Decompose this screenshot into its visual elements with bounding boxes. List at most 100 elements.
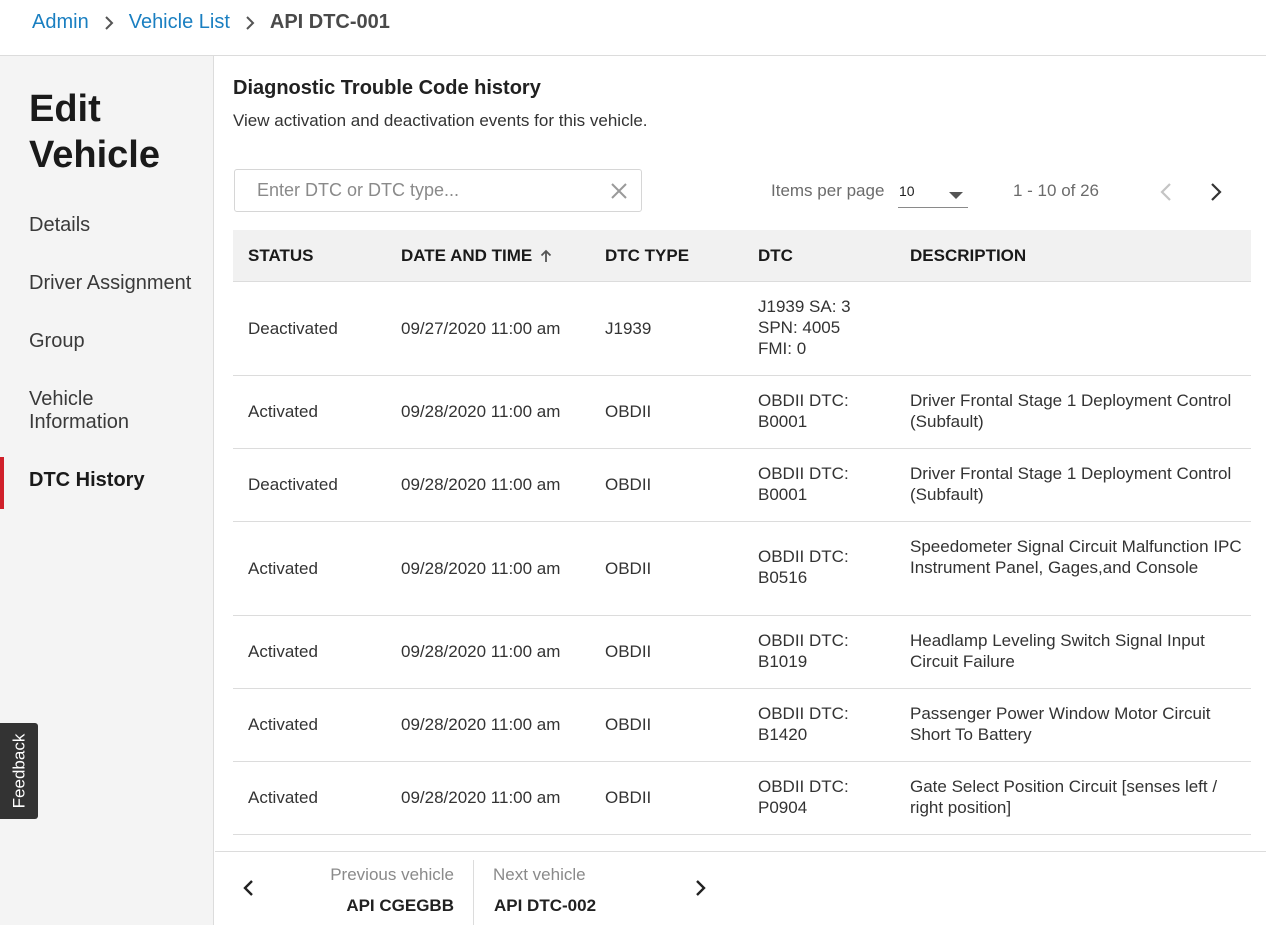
previous-vehicle-link[interactable]: API CGEGBB [346, 896, 454, 916]
next-vehicle-link[interactable]: API DTC-002 [494, 896, 596, 916]
cell-description: Speedometer Signal Circuit Malfunction I… [910, 537, 1242, 577]
cell-dtc-line: B1019 [758, 652, 808, 671]
cell-dtc-type: OBDII [605, 715, 652, 734]
cell-dtc-line: SPN: 4005 [758, 318, 841, 337]
items-per-page-label: Items per page [771, 181, 885, 200]
clear-icon[interactable] [609, 181, 629, 201]
chevron-right-icon [89, 15, 129, 31]
cell-dtc-type: OBDII [605, 475, 652, 494]
items-per-page-select[interactable]: 10 [898, 176, 968, 208]
divider [473, 860, 474, 925]
items-per-page-value: 10 [899, 183, 915, 199]
cell-dtc: OBDII DTC: B1019 [758, 630, 898, 672]
vehicle-navigator: Previous vehicle API CGEGBB Next vehicle… [215, 851, 1266, 925]
cell-dtc: OBDII DTC: B0001 [758, 390, 898, 432]
sidebar-item-dtc-history[interactable]: DTC History [0, 457, 214, 509]
sidebar-item-driver-assignment[interactable]: Driver Assignment [0, 272, 214, 295]
cell-dtc-line: FMI: 0 [758, 339, 807, 358]
cell-dtc-type: OBDII [605, 788, 652, 807]
cell-dtc-line: OBDII DTC: [758, 391, 849, 410]
cell-dtc: OBDII DTC: B1420 [758, 703, 898, 745]
column-header-date-and-time[interactable]: DATE AND TIME [401, 246, 552, 266]
section-subtitle: View activation and deactivation events … [233, 111, 648, 130]
table-row[interactable]: Activated 09/28/2020 11:00 am OBDII OBDI… [233, 522, 1251, 616]
column-header-dtc-type[interactable]: DTC TYPE [605, 246, 689, 266]
cell-description: Passenger Power Window Motor Circuit Sho… [910, 704, 1211, 744]
previous-page-button[interactable] [1155, 180, 1177, 204]
cell-date: 09/28/2020 11:00 am [401, 788, 561, 807]
cell-dtc-line: OBDII DTC: [758, 777, 849, 796]
cell-dtc-line: J1939 SA: 3 [758, 297, 851, 316]
cell-dtc-type: OBDII [605, 402, 652, 421]
cell-status: Activated [248, 642, 318, 661]
pagination-range: 1 - 10 of 26 [1013, 181, 1100, 200]
cell-status: Activated [248, 788, 318, 807]
cell-dtc: J1939 SA: 3 SPN: 4005 FMI: 0 [758, 296, 898, 359]
search-box [234, 169, 642, 212]
cell-dtc-line: B0516 [758, 568, 808, 587]
breadcrumb: Admin Vehicle List API DTC-001 [32, 11, 390, 34]
cell-dtc: OBDII DTC: B0001 [758, 463, 898, 505]
cell-dtc: OBDII DTC: P0904 [758, 776, 898, 818]
search-input[interactable] [235, 170, 605, 211]
cell-status: Activated [248, 715, 318, 734]
next-vehicle-label: Next vehicle [493, 865, 586, 884]
cell-description: Headlamp Leveling Switch Signal Input Ci… [910, 631, 1205, 671]
breadcrumb-current: API DTC-001 [269, 11, 390, 33]
column-header-dtc[interactable]: DTC [758, 246, 898, 266]
table-row[interactable]: Deactivated 09/27/2020 11:00 am J1939 J1… [233, 282, 1251, 376]
cell-description: Driver Frontal Stage 1 Deployment Contro… [910, 391, 1232, 431]
main-content: Diagnostic Trouble Code history View act… [215, 56, 1266, 925]
sidebar-item-vehicle-information[interactable]: Vehicle Information [0, 388, 150, 434]
cell-status: Activated [248, 402, 318, 421]
cell-dtc-line: OBDII DTC: [758, 704, 849, 723]
cell-dtc-line: B0001 [758, 412, 808, 431]
cell-dtc-line: OBDII DTC: [758, 464, 849, 483]
table-row[interactable]: Deactivated 09/28/2020 11:00 am OBDII OB… [233, 449, 1251, 522]
cell-dtc-line: B1420 [758, 725, 808, 744]
table-row[interactable]: Activated 09/28/2020 11:00 am OBDII OBDI… [233, 616, 1251, 689]
caret-down-icon [949, 187, 963, 205]
previous-vehicle-arrow-icon[interactable] [239, 878, 259, 898]
cell-dtc-type: OBDII [605, 642, 652, 661]
sidebar-item-details[interactable]: Details [0, 214, 214, 237]
table-row[interactable]: Activated 09/28/2020 11:00 am OBDII OBDI… [233, 689, 1251, 762]
section-title: Diagnostic Trouble Code history [233, 77, 541, 99]
cell-date: 09/27/2020 11:00 am [401, 319, 561, 338]
sidebar-item-group[interactable]: Group [0, 330, 214, 353]
cell-description: Driver Frontal Stage 1 Deployment Contro… [910, 464, 1232, 504]
cell-dtc-type: OBDII [605, 559, 652, 578]
cell-date: 09/28/2020 11:00 am [401, 642, 561, 661]
cell-dtc-line: P0904 [758, 798, 808, 817]
cell-status: Deactivated [248, 319, 338, 338]
cell-dtc-line: OBDII DTC: [758, 631, 849, 650]
table-row[interactable]: Activated 09/28/2020 11:00 am OBDII OBDI… [233, 762, 1251, 835]
dtc-history-table: STATUS DATE AND TIME DTC TYPE DTC DESCRI… [233, 230, 1251, 835]
sort-ascending-icon [540, 249, 552, 263]
cell-dtc: OBDII DTC: B0516 [758, 546, 898, 588]
cell-status: Deactivated [248, 475, 338, 494]
cell-status: Activated [248, 559, 318, 578]
breadcrumb-bar: Admin Vehicle List API DTC-001 [0, 0, 1266, 56]
cell-date: 09/28/2020 11:00 am [401, 475, 561, 494]
next-vehicle-arrow-icon[interactable] [690, 878, 710, 898]
cell-date: 09/28/2020 11:00 am [401, 402, 561, 421]
cell-dtc-type: J1939 [605, 319, 652, 338]
column-header-status[interactable]: STATUS [248, 246, 313, 266]
next-page-button[interactable] [1205, 180, 1227, 204]
feedback-button[interactable]: Feedback [0, 723, 38, 819]
cell-date: 09/28/2020 11:00 am [401, 715, 561, 734]
cell-date: 09/28/2020 11:00 am [401, 559, 561, 578]
previous-vehicle-label: Previous vehicle [330, 865, 454, 884]
chevron-right-icon [230, 15, 270, 31]
column-header-description[interactable]: DESCRIPTION [910, 246, 1245, 266]
table-header: STATUS DATE AND TIME DTC TYPE DTC DESCRI… [233, 230, 1251, 282]
cell-dtc-line: B0001 [758, 485, 808, 504]
cell-description: Gate Select Position Circuit [senses lef… [910, 777, 1218, 817]
page-title: Edit Vehicle [29, 88, 160, 176]
feedback-label: Feedback [9, 733, 29, 809]
breadcrumb-vehicle-list[interactable]: Vehicle List [129, 11, 230, 34]
breadcrumb-admin[interactable]: Admin [32, 11, 89, 34]
table-row[interactable]: Activated 09/28/2020 11:00 am OBDII OBDI… [233, 376, 1251, 449]
cell-dtc-line: OBDII DTC: [758, 547, 849, 566]
